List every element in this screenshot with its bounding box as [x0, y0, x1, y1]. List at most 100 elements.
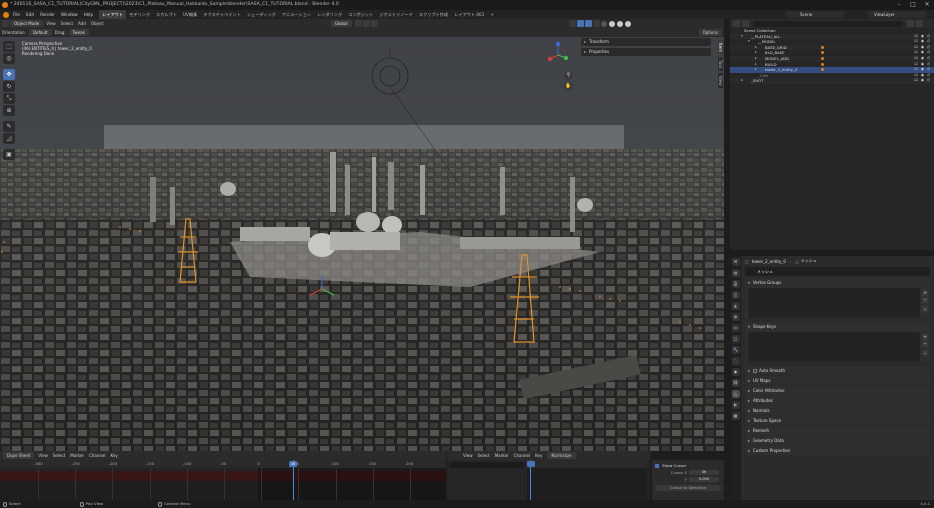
output-tab-icon[interactable]: ⎙ [731, 280, 740, 288]
graph-ruler[interactable] [527, 460, 647, 468]
object-tab-icon[interactable]: ▢ [731, 335, 740, 343]
menu-window[interactable]: Window [61, 12, 78, 17]
modifier-tab-icon[interactable]: 🔧 [731, 346, 740, 354]
material-tab-icon[interactable]: ◐ [731, 401, 740, 409]
workspace-tab-sculpt[interactable]: スカルプト [153, 10, 180, 19]
panel-header[interactable]: Auto Smooth [745, 366, 930, 375]
texture-tab-icon[interactable]: ▦ [731, 412, 740, 420]
panel-header[interactable]: Attributes [745, 396, 930, 405]
graph-menu-select[interactable]: Select [478, 453, 490, 458]
measure-tool-icon[interactable]: ◿ [3, 133, 15, 144]
editor-type-icon[interactable] [2, 20, 9, 27]
tool-tab-icon[interactable]: ⚒ [731, 258, 740, 266]
frame-ruler[interactable]: -300-250-200-150-100-50050100150200 [0, 460, 446, 468]
workspace-tab-layout[interactable]: レイアウト [99, 10, 127, 19]
panel-header[interactable]: Vertex Groups [745, 278, 930, 287]
viewport-menu-object[interactable]: Object [91, 21, 104, 26]
menu-edit[interactable]: Edit [26, 12, 34, 17]
panel-header[interactable]: UV Maps [745, 376, 930, 385]
material-preview-icon[interactable] [616, 20, 623, 27]
view-layer-tab-icon[interactable]: ◫ [731, 291, 740, 299]
panel-header[interactable]: Remesh [745, 426, 930, 435]
gizmo-toggle-icon[interactable] [576, 20, 584, 27]
graph-frame-indicator[interactable] [527, 461, 535, 467]
drag-dropdown[interactable]: Tweak [68, 29, 89, 36]
cursor-x-field[interactable]: 46 [689, 470, 719, 475]
add-slot-button[interactable]: + [922, 334, 928, 340]
sidebar-tab-tool[interactable]: Tool [718, 57, 723, 71]
select-box-tool-icon[interactable]: ⬚ [3, 41, 15, 52]
particles-tab-icon[interactable]: ∴ [731, 357, 740, 365]
outliner-editor-type-icon[interactable] [733, 20, 740, 27]
show-cursor-row[interactable]: Show Cursor [655, 462, 721, 469]
viewport-menu-view[interactable]: View [46, 21, 56, 26]
editor-mode-dropdown[interactable]: Dope Sheet [3, 452, 35, 459]
pan-view-icon[interactable]: ✋ [564, 82, 573, 91]
panel-header[interactable]: Geometry Data [745, 436, 930, 445]
wireframe-shading-icon[interactable] [600, 20, 607, 27]
menu-render[interactable]: Render [40, 12, 55, 17]
timeline-menu-select[interactable]: Select [53, 453, 65, 458]
mesh-data-tab-icon[interactable]: △ [731, 390, 740, 398]
physics-tab-icon[interactable]: ◉ [731, 368, 740, 376]
timeline-area[interactable]: -300-250-200-150-100-50050100150200 46 [0, 460, 446, 500]
remove-slot-button[interactable]: − [922, 341, 928, 347]
maximize-button[interactable]: □ [906, 0, 920, 10]
normalize-toggle[interactable]: Normalize [547, 452, 576, 459]
npanel-properties[interactable]: Properties [581, 48, 711, 56]
workspace-tab-shading[interactable]: シェーディング [244, 10, 279, 19]
specials-menu-button[interactable]: ⌄ [922, 306, 928, 312]
scale-tool-icon[interactable]: ⤡ [3, 93, 15, 104]
viewport-menu-add[interactable]: Add [78, 21, 86, 26]
specials-menu-button[interactable]: ⌄ [922, 350, 928, 356]
move-tool-icon[interactable]: ✥ [3, 69, 15, 80]
panel-header[interactable]: Color Attributes [745, 386, 930, 395]
graph-canvas[interactable] [527, 460, 647, 500]
menu-help[interactable]: Help [84, 12, 94, 17]
expand-toggle-icon[interactable]: ▸ [741, 78, 743, 84]
cursor-tool-icon[interactable]: ◎ [3, 53, 15, 64]
viewport-menu-select[interactable]: Select [61, 21, 73, 26]
mode-dropdown[interactable]: Object Mode [10, 20, 44, 27]
timeline-menu-key[interactable]: Key [110, 453, 117, 458]
orientation-dropdown[interactable]: Default [28, 29, 52, 36]
panel-header[interactable]: Texture Space [745, 416, 930, 425]
options-dropdown[interactable]: Options [698, 29, 722, 36]
panel-header[interactable]: Normals [745, 406, 930, 415]
sidebar-tab-view[interactable]: View [718, 72, 723, 89]
npanel-transform[interactable]: Transform [581, 38, 711, 46]
rotate-tool-icon[interactable]: ↻ [3, 81, 15, 92]
blender-menu-icon[interactable] [3, 11, 9, 18]
overlay-toggle-icon[interactable] [584, 20, 592, 27]
workspace-tab-rendering[interactable]: レンダリング [314, 10, 345, 19]
timeline-menu-marker[interactable]: Marker [70, 453, 84, 458]
visibility-icon[interactable] [568, 20, 576, 27]
workspace-tab-geometry-nodes[interactable]: ジオメトリノード [376, 10, 416, 19]
workspace-tab-modeling[interactable]: モデリング [126, 10, 153, 19]
panel-checkbox[interactable] [753, 369, 757, 373]
3d-viewport[interactable]: Camera Perspective (46) ENTITIES_0 | tow… [0, 37, 724, 451]
panel-header[interactable]: Shape Keys [745, 322, 930, 331]
constraints-tab-icon[interactable]: ⛓ [731, 379, 740, 387]
transform-orientation-dropdown[interactable]: Global [330, 20, 352, 27]
workspace-tab-compositing[interactable]: コンポジット [345, 10, 376, 19]
snap-icon[interactable] [362, 20, 370, 27]
close-button[interactable]: ✕ [920, 0, 934, 10]
scene-selector[interactable]: Scene [786, 11, 844, 18]
render-tab-icon[interactable]: ▤ [731, 269, 740, 277]
graph-menu-marker[interactable]: Marker [495, 453, 509, 458]
channel-search-input[interactable] [449, 462, 525, 468]
outliner-row[interactable]: ▸ _SHOT ☑ ◉ ⎙ [730, 78, 934, 84]
workspace-tab-texture-paint[interactable]: テクスチャペイント [200, 10, 244, 19]
solid-shading-icon[interactable] [608, 20, 615, 27]
view-layer-selector[interactable]: ViewLayer [868, 11, 926, 18]
add-cube-tool-icon[interactable]: ▣ [3, 149, 15, 160]
mesh-name-field[interactable]: メッシュ [745, 267, 930, 276]
outliner-display-mode-icon[interactable] [742, 20, 749, 27]
outliner-search-input[interactable] [753, 20, 903, 27]
filter-icon[interactable] [907, 20, 914, 27]
graph-menu-key[interactable]: Key [535, 453, 542, 458]
workspace-tab-scripting[interactable]: スクリプト作成 [416, 10, 451, 19]
add-workspace-button[interactable]: + [487, 10, 497, 19]
timeline-menu-channel[interactable]: Channel [89, 453, 105, 458]
